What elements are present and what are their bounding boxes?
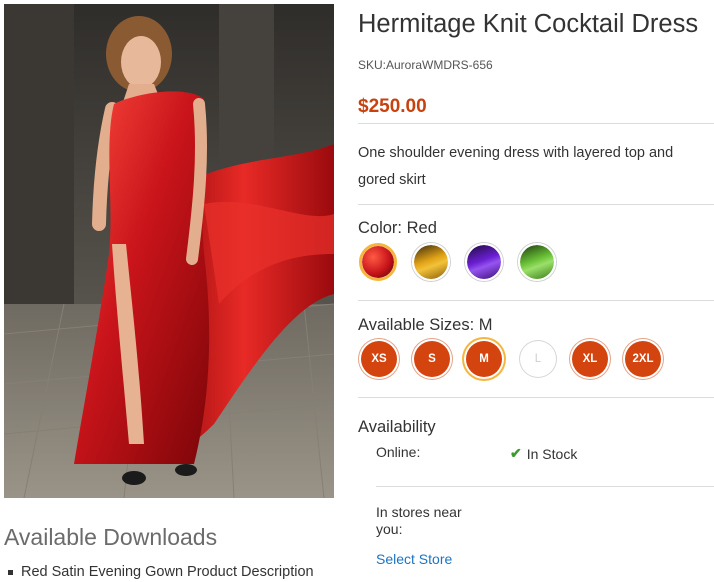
divider bbox=[376, 486, 714, 487]
size-option-2xl[interactable]: 2XL bbox=[625, 341, 661, 377]
divider bbox=[358, 123, 714, 124]
divider bbox=[358, 397, 714, 398]
download-item-label[interactable]: Red Satin Evening Gown Product Descripti… bbox=[21, 564, 314, 580]
product-title: Hermitage Knit Cocktail Dress bbox=[358, 10, 699, 38]
color-label: Color: Red bbox=[358, 219, 437, 237]
availability-title: Availability bbox=[358, 418, 436, 436]
swatch-fabric-gold bbox=[414, 245, 448, 279]
product-image[interactable] bbox=[4, 4, 334, 498]
swatch-fabric-red bbox=[362, 246, 394, 278]
downloads-title: Available Downloads bbox=[4, 524, 218, 550]
color-swatch-purple[interactable] bbox=[465, 243, 503, 281]
product-price: $250.00 bbox=[358, 96, 427, 117]
product-photo-illustration bbox=[4, 4, 334, 498]
online-label: Online: bbox=[376, 444, 421, 460]
color-swatch-red[interactable] bbox=[359, 243, 397, 281]
color-swatch-gold[interactable] bbox=[412, 243, 450, 281]
online-status: ✔ In Stock bbox=[510, 445, 577, 462]
downloads-list: Red Satin Evening Gown Product Descripti… bbox=[8, 564, 314, 580]
bullet-icon bbox=[8, 569, 13, 575]
size-option-xs[interactable]: XS bbox=[361, 341, 397, 377]
swatch-fabric-purple bbox=[467, 245, 501, 279]
color-swatch-green[interactable] bbox=[518, 243, 556, 281]
download-item[interactable]: Red Satin Evening Gown Product Descripti… bbox=[8, 564, 314, 580]
check-icon: ✔ bbox=[510, 445, 522, 461]
select-store-link[interactable]: Select Store bbox=[376, 551, 452, 567]
size-option-xl[interactable]: XL bbox=[572, 341, 608, 377]
sizes-label: Available Sizes: M bbox=[358, 316, 493, 334]
size-option-m[interactable]: M bbox=[466, 341, 502, 377]
in-stock-text: In Stock bbox=[526, 445, 578, 462]
stores-label: In stores near you: bbox=[376, 504, 462, 537]
product-description: One shoulder evening dress with layered … bbox=[358, 145, 674, 188]
divider bbox=[358, 300, 714, 301]
size-option-s[interactable]: S bbox=[414, 341, 450, 377]
product-sku: SKU:AuroraWMDRS-656 bbox=[358, 58, 493, 72]
divider bbox=[358, 204, 714, 205]
size-option-l: L bbox=[520, 341, 556, 377]
swatch-fabric-green bbox=[520, 245, 554, 279]
